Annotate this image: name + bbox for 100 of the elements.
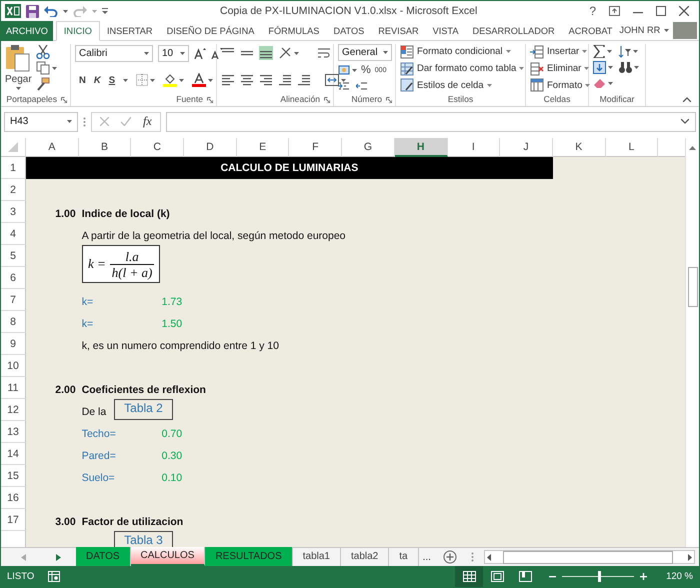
bold-button[interactable]: N bbox=[79, 74, 86, 86]
decrease-decimal-icon[interactable] bbox=[356, 80, 368, 92]
account-button[interactable]: JOHN RR bbox=[619, 25, 670, 35]
sheet-tab[interactable]: RESULTADOS bbox=[205, 547, 293, 566]
row-header[interactable]: 3 bbox=[1, 201, 26, 223]
more-sheets-button[interactable]: ... bbox=[418, 548, 439, 566]
insert-function-button[interactable]: fx bbox=[143, 114, 152, 129]
row-header[interactable]: 12 bbox=[1, 399, 26, 421]
row-header[interactable]: 7 bbox=[1, 289, 26, 311]
maximize-icon[interactable] bbox=[656, 6, 666, 16]
row-header[interactable]: 6 bbox=[1, 267, 26, 289]
drag-handle-icon[interactable] bbox=[470, 552, 474, 562]
undo-icon[interactable] bbox=[44, 5, 58, 17]
file-tab[interactable]: ARCHIVO bbox=[1, 21, 53, 41]
ribbon-tab[interactable]: DESARROLLADOR bbox=[465, 21, 562, 41]
align-left-icon[interactable] bbox=[221, 73, 235, 87]
view-button[interactable] bbox=[455, 566, 483, 587]
dialog-launcher-icon[interactable] bbox=[61, 97, 67, 103]
ribbon-tab[interactable]: ACROBAT bbox=[562, 21, 620, 41]
row-header[interactable]: 17 bbox=[1, 509, 26, 531]
increase-indent-icon[interactable] bbox=[297, 73, 311, 87]
cut-icon[interactable] bbox=[36, 45, 50, 59]
sheet-tab[interactable]: DATOS bbox=[76, 547, 131, 566]
eraser-icon[interactable] bbox=[593, 77, 606, 89]
text-orientation-icon[interactable] bbox=[278, 46, 292, 60]
scrollbar-thumb[interactable] bbox=[688, 267, 698, 307]
dialog-launcher-icon[interactable] bbox=[386, 97, 392, 103]
font-name-dropdown[interactable]: Calibri bbox=[75, 44, 153, 62]
format-painter-icon[interactable] bbox=[36, 77, 50, 91]
zoom-out-icon[interactable] bbox=[549, 573, 556, 580]
ribbon-tab[interactable]: REVISAR bbox=[371, 21, 426, 41]
row-header[interactable]: 15 bbox=[1, 465, 26, 487]
cells-menu-button[interactable]: Formato bbox=[530, 77, 590, 94]
ribbon-tab[interactable]: DISEÑO DE PÁGINA bbox=[160, 21, 262, 41]
sigma-icon[interactable] bbox=[593, 44, 605, 58]
grow-font-icon[interactable] bbox=[194, 47, 206, 59]
sort-filter-icon[interactable] bbox=[618, 44, 631, 58]
dialog-launcher-icon[interactable] bbox=[207, 97, 213, 103]
row-header[interactable]: 11 bbox=[1, 377, 26, 399]
cells-menu-button[interactable]: Insertar bbox=[530, 44, 590, 60]
wrap-text-icon[interactable] bbox=[317, 46, 331, 60]
save-icon[interactable] bbox=[26, 4, 39, 18]
paste-button[interactable]: Pegar bbox=[5, 44, 32, 93]
increase-decimal-icon[interactable] bbox=[338, 80, 350, 92]
zoom-in-icon[interactable] bbox=[640, 573, 647, 580]
row-header[interactable]: 10 bbox=[1, 355, 26, 377]
decrease-indent-icon[interactable] bbox=[278, 73, 292, 87]
ribbon-tab[interactable]: INSERTAR bbox=[100, 21, 160, 41]
sheet-tab[interactable]: CALCULOS bbox=[130, 547, 206, 566]
row-header[interactable]: 13 bbox=[1, 421, 26, 443]
fill-down-icon[interactable] bbox=[593, 60, 606, 74]
styles-menu-button[interactable]: Dar formato como tabla bbox=[400, 60, 524, 76]
row-header[interactable]: 2 bbox=[1, 179, 26, 201]
dialog-launcher-icon[interactable] bbox=[324, 97, 330, 103]
cells-menu-button[interactable]: Eliminar bbox=[530, 60, 590, 76]
macro-record-icon[interactable] bbox=[48, 571, 60, 582]
underline-button[interactable]: S bbox=[108, 74, 116, 86]
styles-menu-button[interactable]: Estilos de celda bbox=[400, 77, 524, 94]
number-format-dropdown[interactable]: General bbox=[338, 44, 392, 61]
row-header[interactable]: 4 bbox=[1, 223, 26, 245]
row-header[interactable]: 8 bbox=[1, 311, 26, 333]
customize-toolbar-icon[interactable] bbox=[102, 8, 108, 14]
currency-icon[interactable] bbox=[338, 64, 350, 76]
ribbon-tab[interactable]: VISTA bbox=[426, 21, 466, 41]
binoculars-icon[interactable] bbox=[619, 60, 632, 74]
row-header[interactable]: 5 bbox=[1, 245, 26, 267]
font-color-icon[interactable] bbox=[192, 73, 206, 87]
styles-menu-button[interactable]: Formato condicional bbox=[400, 44, 524, 60]
enter-check-icon[interactable] bbox=[121, 117, 131, 126]
column-header[interactable]: H bbox=[394, 138, 448, 157]
ribbon-tab[interactable]: FÓRMULAS bbox=[261, 21, 326, 41]
percent-button[interactable]: % bbox=[361, 64, 371, 76]
italic-button[interactable]: K bbox=[94, 74, 101, 86]
table-link-button[interactable]: Tabla 2 bbox=[114, 399, 173, 420]
align-right-icon[interactable] bbox=[259, 73, 273, 87]
zoom-slider-thumb[interactable] bbox=[598, 571, 601, 582]
font-size-dropdown[interactable]: 10 bbox=[158, 44, 189, 62]
horizontal-scrollbar[interactable] bbox=[484, 550, 695, 564]
row-header[interactable]: 1 bbox=[1, 157, 26, 179]
collapse-ribbon-icon[interactable] bbox=[683, 97, 691, 102]
drag-handle-icon[interactable] bbox=[83, 116, 86, 126]
row-header[interactable]: 9 bbox=[1, 333, 26, 355]
row-header[interactable]: 14 bbox=[1, 443, 26, 465]
row-header[interactable]: 16 bbox=[1, 487, 26, 509]
name-box[interactable]: H43 bbox=[4, 112, 78, 132]
ribbon-display-icon[interactable] bbox=[609, 6, 620, 16]
borders-icon[interactable] bbox=[136, 74, 148, 86]
fill-color-icon[interactable] bbox=[163, 73, 178, 87]
align-center-icon[interactable] bbox=[240, 73, 254, 87]
ribbon-tab[interactable]: DATOS bbox=[326, 21, 372, 41]
help-button[interactable]: ? bbox=[589, 4, 596, 18]
copy-icon[interactable] bbox=[36, 61, 50, 75]
table-link-button[interactable]: Tabla 3 bbox=[114, 531, 173, 547]
formula-input-field[interactable] bbox=[166, 112, 696, 132]
shrink-font-icon[interactable] bbox=[211, 47, 223, 59]
next-sheet-icon[interactable] bbox=[56, 554, 61, 560]
close-icon[interactable] bbox=[679, 6, 689, 16]
ribbon-tab[interactable]: INICIO bbox=[56, 21, 100, 41]
align-bottom-icon[interactable] bbox=[259, 46, 273, 60]
merge-center-icon[interactable] bbox=[325, 73, 339, 87]
